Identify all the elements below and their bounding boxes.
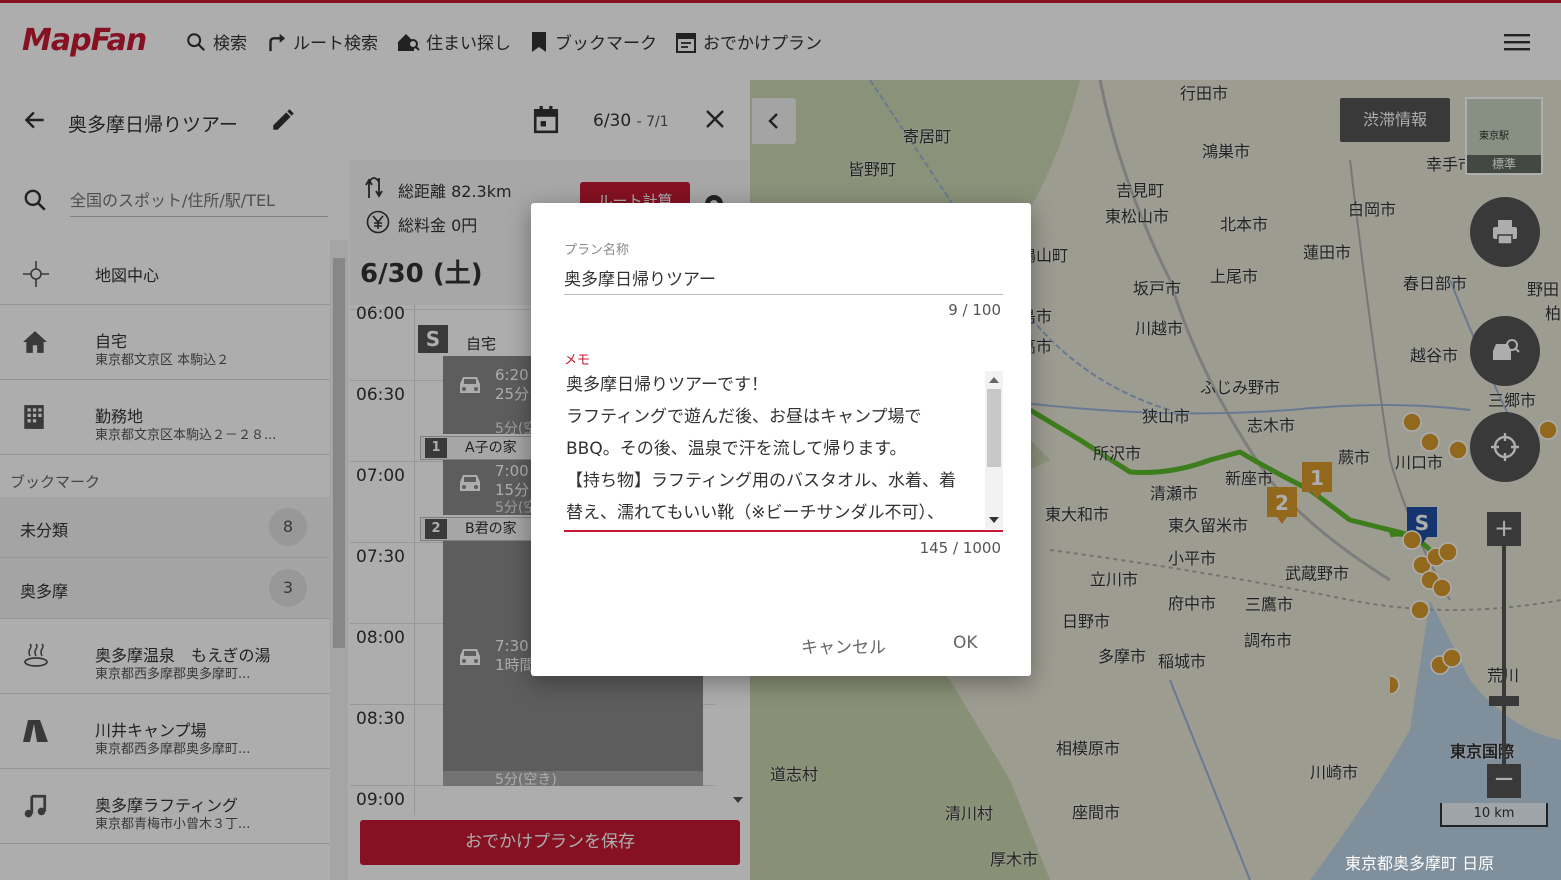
plan-name-input[interactable]: 奥多摩日帰りツアー — [564, 263, 1003, 295]
scroll-up-arrow-icon[interactable] — [988, 375, 1000, 385]
plan-edit-dialog: プラン名称 奥多摩日帰りツアー 9 / 100 メモ 奥多摩日帰りツアーです！ … — [531, 203, 1031, 676]
memo-scroll-thumb[interactable] — [987, 389, 1001, 467]
memo-counter: 145 / 1000 — [919, 539, 1001, 557]
memo-textarea[interactable]: 奥多摩日帰りツアーです！ ラフティングで遊んだ後、お昼はキャンプ場で BBQ。そ… — [564, 369, 1003, 532]
memo-line: 替え、濡れてもいい靴（※ビーチサンダル不可）、 — [566, 503, 945, 523]
ok-button[interactable]: OK — [953, 633, 978, 653]
memo-line: BBQ。その後、温泉で汗を流して帰ります。 — [566, 439, 907, 459]
plan-name-label: プラン名称 — [564, 243, 630, 258]
cancel-button[interactable]: キャンセル — [801, 633, 886, 658]
memo-line: ラフティングで遊んだ後、お昼はキャンプ場で — [566, 407, 922, 427]
scroll-down-arrow-icon[interactable] — [988, 515, 1000, 525]
memo-line: 【持ち物】ラフティング用のバスタオル、水着、着 — [566, 471, 956, 491]
memo-label: メモ — [564, 353, 591, 368]
memo-line: 奥多摩日帰りツアーです！ — [566, 375, 768, 395]
plan-name-counter: 9 / 100 — [948, 301, 1001, 319]
map-location-text: 東京都奥多摩町 日原 — [1345, 854, 1495, 873]
modal-backdrop-header[interactable] — [0, 0, 1561, 80]
